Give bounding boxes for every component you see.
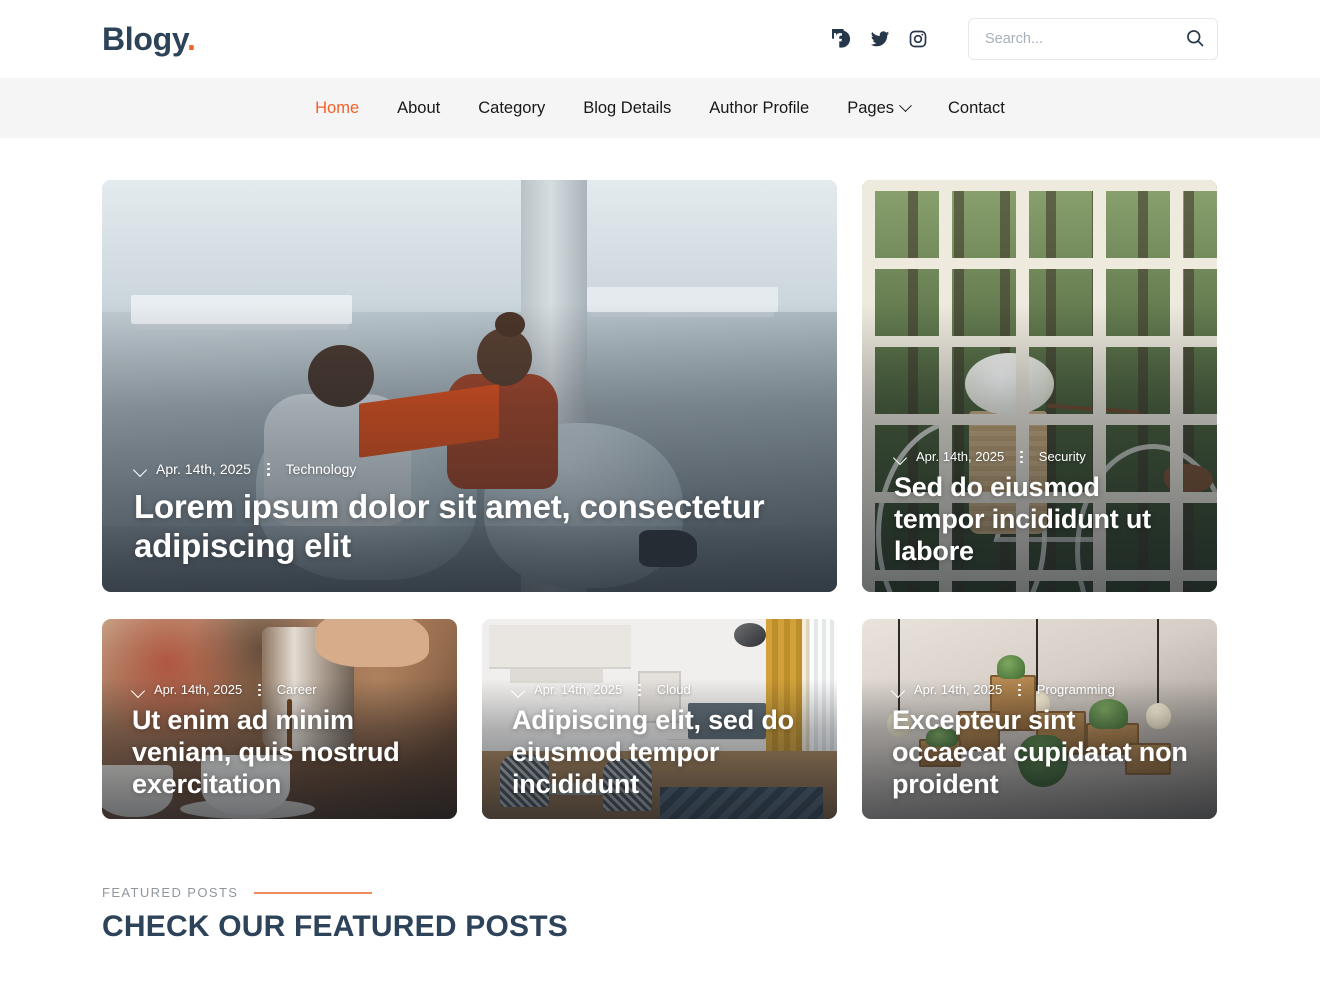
post-category[interactable]: Career: [277, 682, 317, 697]
featured-heading: CHECK OUR FEATURED POSTS: [102, 910, 568, 943]
calendar-icon: [512, 686, 525, 694]
post-card-body: Apr. 14th, 2025 Programming Excepteur si…: [892, 682, 1195, 801]
post-date: Apr. 14th, 2025: [916, 449, 1005, 465]
post-meta: Apr. 14th, 2025 Cloud: [512, 682, 815, 697]
nav-label: Home: [315, 98, 360, 117]
post-card-body: Apr. 14th, 2025 Cloud Adipiscing elit, s…: [512, 682, 815, 801]
featured-eyebrow-label: FEATURED POSTS: [102, 885, 239, 900]
posts-grid-bottom: Apr. 14th, 2025 Career Ut enim ad minim …: [102, 619, 1218, 819]
site-logo[interactable]: Blogy.: [102, 23, 196, 55]
dots-separator-icon: [1020, 450, 1023, 464]
post-meta: Apr. 14th, 2025 Programming: [892, 682, 1195, 697]
nav-label: Pages: [847, 98, 895, 117]
post-title[interactable]: Sed do eiusmod tempor incididunt ut labo…: [894, 472, 1193, 568]
post-date: Apr. 14th, 2025: [534, 682, 623, 698]
dots-separator-icon: [258, 683, 261, 697]
post-category[interactable]: Security: [1039, 449, 1086, 464]
post-card-body: Apr. 14th, 2025 Security Sed do eiusmod …: [894, 449, 1193, 568]
post-title[interactable]: Adipiscing elit, sed do eiusmod tempor i…: [512, 705, 815, 801]
posts-grid-top: Apr. 14th, 2025 Technology Lorem ipsum d…: [102, 180, 1218, 592]
post-title[interactable]: Ut enim ad minim veniam, quis nostrud ex…: [132, 705, 435, 801]
post-date: Apr. 14th, 2025: [156, 461, 251, 478]
search-box: [968, 18, 1218, 60]
post-meta: Apr. 14th, 2025 Career: [132, 682, 435, 697]
post-category[interactable]: Cloud: [657, 682, 691, 697]
nav-item-pages[interactable]: Pages: [828, 99, 929, 118]
post-card-cloud[interactable]: Apr. 14th, 2025 Cloud Adipiscing elit, s…: [482, 619, 837, 819]
post-date: Apr. 14th, 2025: [914, 682, 1003, 698]
nav-item-author-profile[interactable]: Author Profile: [690, 99, 828, 118]
post-title[interactable]: Excepteur sint occaecat cupidatat non pr…: [892, 705, 1195, 801]
chevron-down-icon: [899, 98, 912, 112]
search-submit-button[interactable]: [1184, 28, 1206, 50]
post-card-security[interactable]: Apr. 14th, 2025 Security Sed do eiusmod …: [862, 180, 1217, 592]
calendar-icon: [894, 453, 907, 461]
post-card-hero[interactable]: Apr. 14th, 2025 Technology Lorem ipsum d…: [102, 180, 837, 592]
instagram-icon[interactable]: [908, 29, 928, 49]
nav-label: Contact: [948, 98, 1005, 117]
nav-label: About: [397, 98, 441, 117]
main-navigation: Home About Category Blog Details Author …: [0, 78, 1320, 138]
dots-separator-icon: [266, 462, 270, 476]
post-card-body: Apr. 14th, 2025 Technology Lorem ipsum d…: [134, 461, 809, 566]
post-category[interactable]: Technology: [286, 461, 357, 477]
logo-dot: .: [187, 21, 196, 57]
nav-label: Author Profile: [709, 98, 810, 117]
nav-item-home[interactable]: Home: [296, 99, 378, 118]
posts-section: Apr. 14th, 2025 Technology Lorem ipsum d…: [0, 138, 1320, 819]
logo-text: Blogy: [102, 21, 188, 57]
post-card-programming[interactable]: Apr. 14th, 2025 Programming Excepteur si…: [862, 619, 1217, 819]
nav-item-about[interactable]: About: [378, 99, 459, 118]
post-category[interactable]: Programming: [1037, 682, 1115, 697]
post-meta: Apr. 14th, 2025 Security: [894, 449, 1193, 464]
calendar-icon: [132, 686, 145, 694]
nav-label: Blog Details: [583, 98, 672, 117]
calendar-icon: [134, 465, 147, 473]
calendar-icon: [892, 686, 905, 694]
dots-separator-icon: [638, 683, 641, 697]
search-icon: [1185, 28, 1205, 51]
featured-label-row: FEATURED POSTS: [102, 885, 1218, 900]
twitter-icon[interactable]: [870, 29, 890, 49]
social-links: [832, 29, 928, 49]
nav-item-category[interactable]: Category: [459, 99, 564, 118]
post-meta: Apr. 14th, 2025 Technology: [134, 461, 809, 477]
featured-posts-section: FEATURED POSTS CHECK OUR FEATURED POSTS: [0, 819, 1320, 944]
post-date: Apr. 14th, 2025: [154, 682, 243, 698]
nav-item-contact[interactable]: Contact: [929, 99, 1024, 118]
header-right: [832, 18, 1218, 60]
site-header: Blogy.: [0, 0, 1320, 78]
dots-separator-icon: [1018, 683, 1021, 697]
facebook-icon[interactable]: [832, 29, 852, 49]
nav-label: Category: [478, 98, 546, 117]
post-card-career[interactable]: Apr. 14th, 2025 Career Ut enim ad minim …: [102, 619, 457, 819]
nav-item-blog-details[interactable]: Blog Details: [564, 99, 690, 118]
post-card-body: Apr. 14th, 2025 Career Ut enim ad minim …: [132, 682, 435, 801]
search-input[interactable]: [968, 18, 1218, 60]
post-title[interactable]: Lorem ipsum dolor sit amet, consectetur …: [134, 488, 809, 566]
featured-divider-line: [254, 891, 373, 894]
